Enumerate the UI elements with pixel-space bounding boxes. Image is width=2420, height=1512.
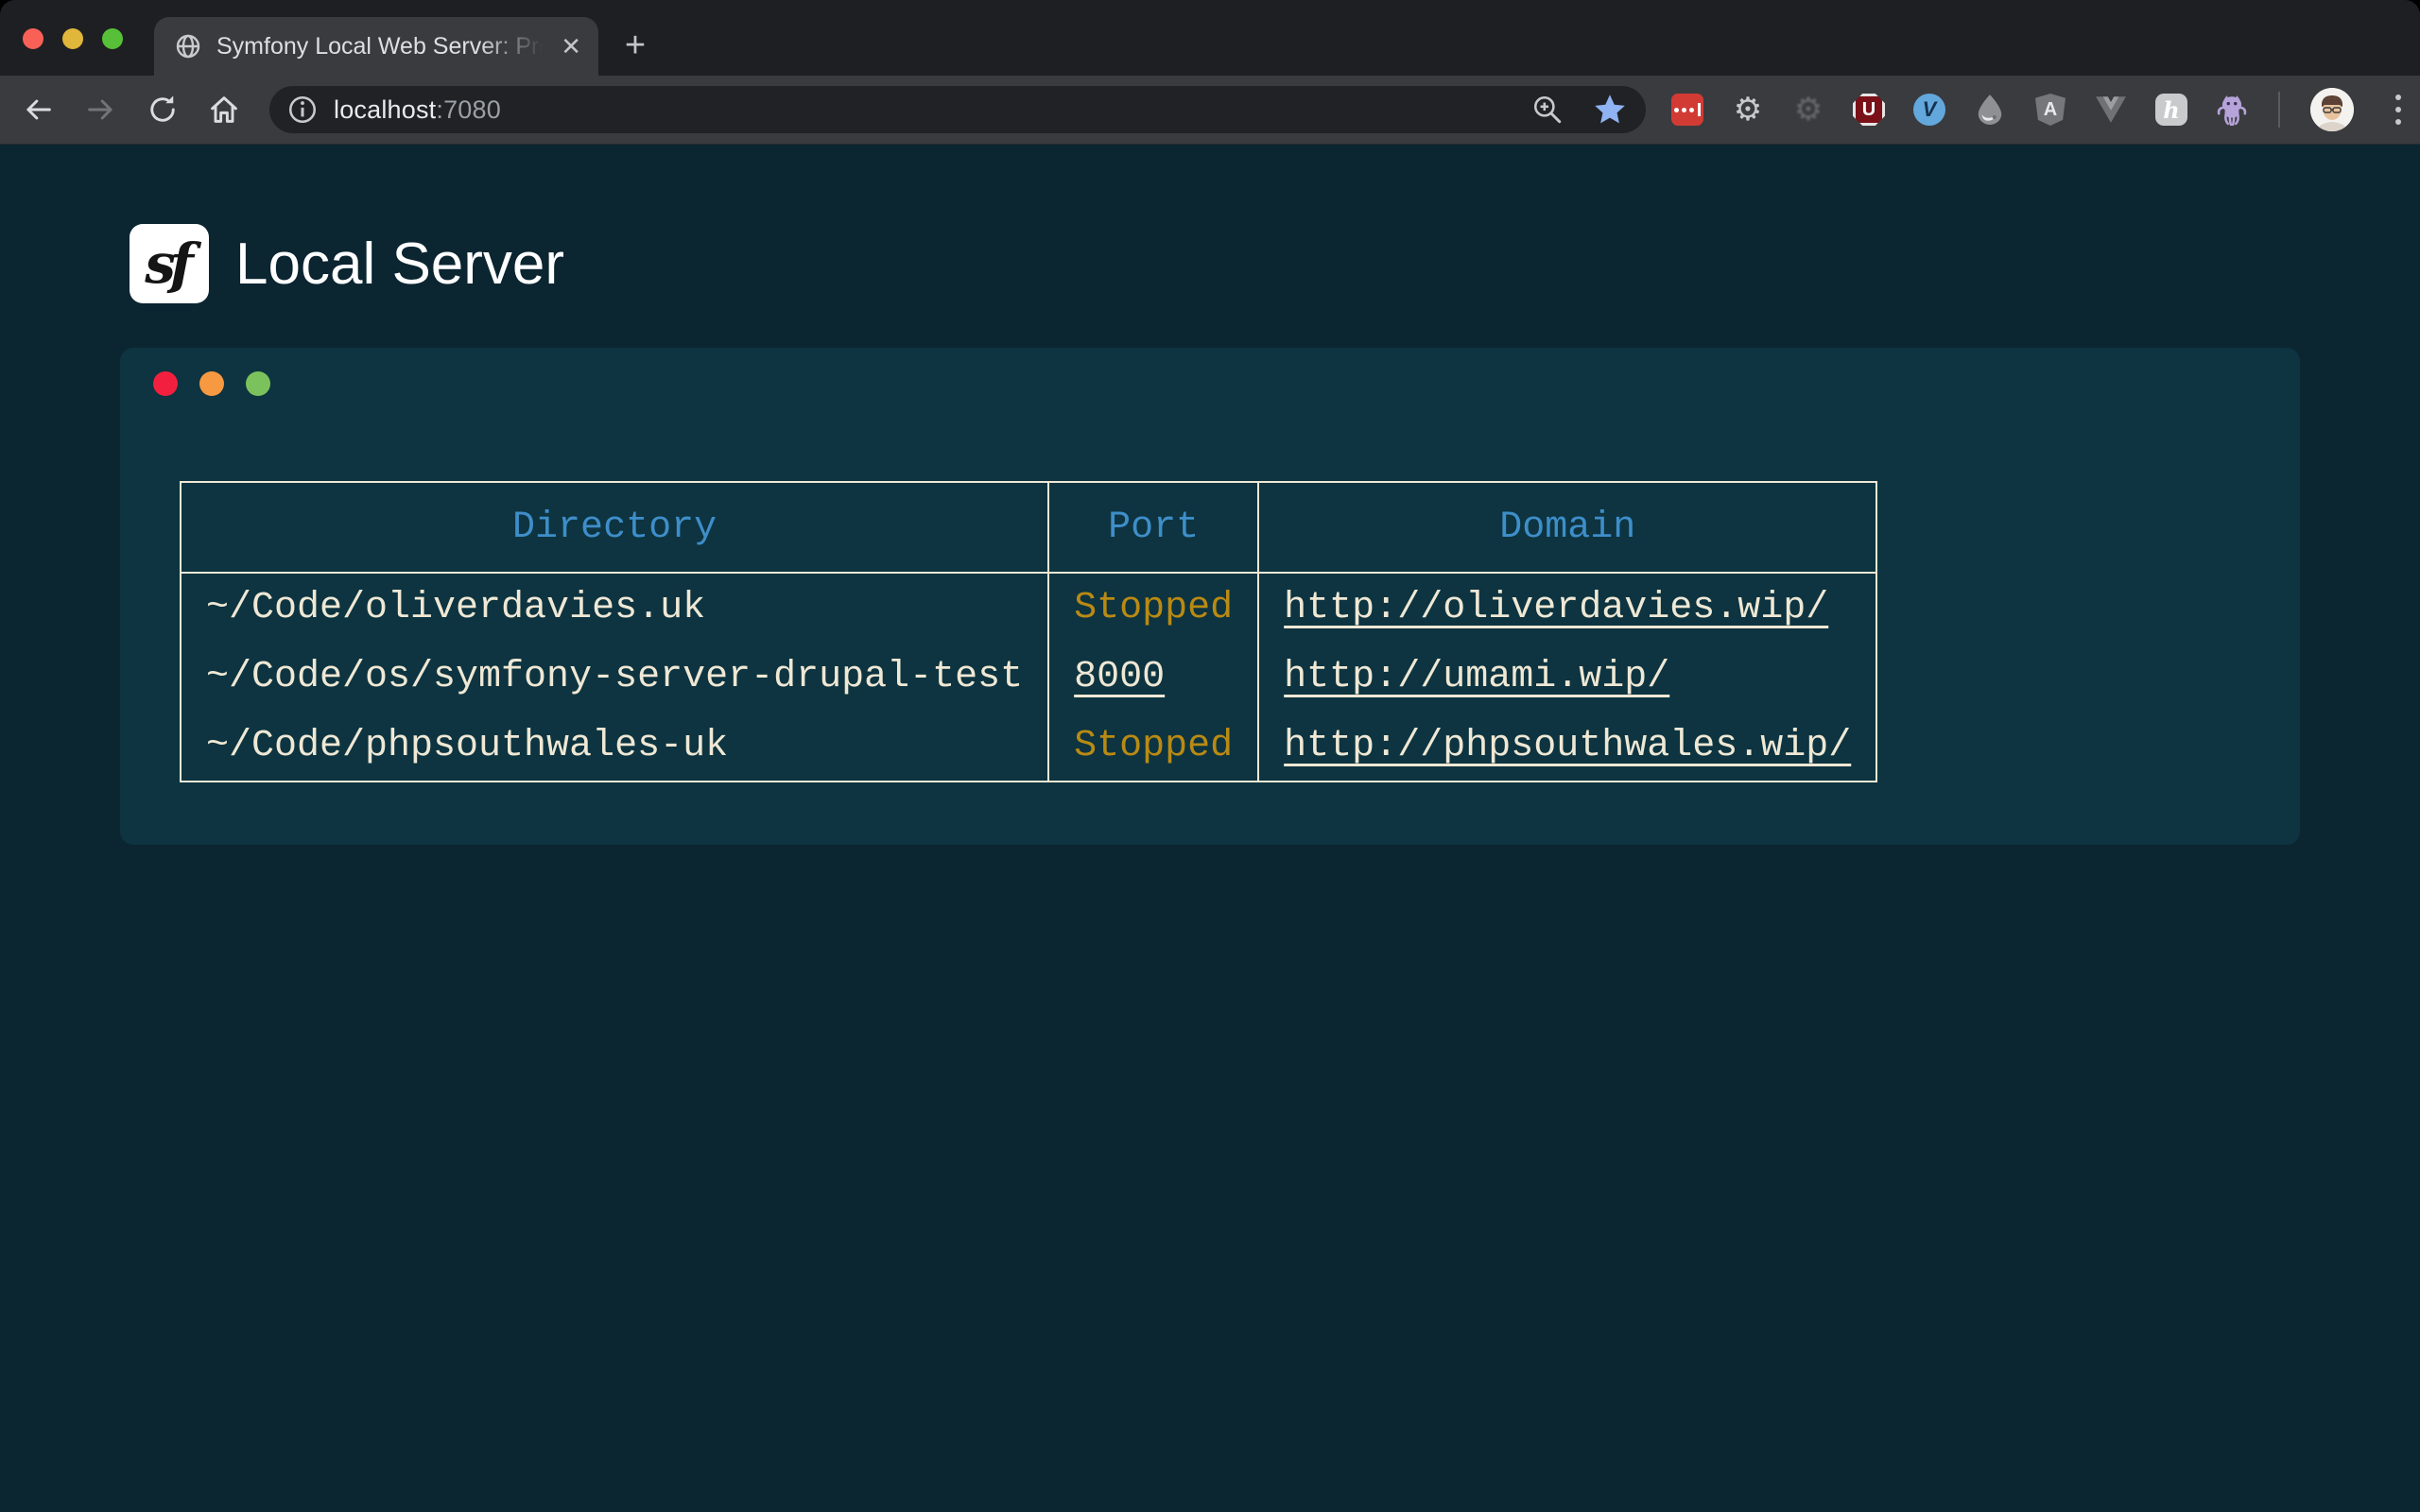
angular-extension-icon[interactable]: A (2034, 94, 2066, 126)
page-title: Local Server (235, 231, 564, 298)
browser-menu-button[interactable] (2382, 94, 2414, 125)
github-octocat-extension-icon[interactable] (2216, 94, 2248, 126)
servers-table: Directory Port Domain ~/Code/oliverdavie… (180, 481, 1877, 782)
terminal-card: Directory Port Domain ~/Code/oliverdavie… (120, 348, 2300, 845)
domain-link[interactable]: http://oliverdavies.wip/ (1284, 587, 1828, 629)
octocat-icon (2216, 94, 2248, 126)
page-content: sf Local Server Directory Port Domain (0, 145, 2420, 1512)
url-host: localhost (334, 95, 436, 124)
zoom-page-button[interactable] (1530, 93, 1564, 127)
domain-cell: http://phpsouthwales.wip/ (1258, 712, 1876, 782)
table-row: ~/Code/os/symfony-server-drupal-test 800… (181, 643, 1876, 712)
magnifier-plus-icon (1531, 94, 1564, 126)
toolbar-separator (2278, 92, 2280, 128)
port-cell: 8000 (1048, 643, 1258, 712)
column-header-port: Port (1048, 482, 1258, 573)
bookmark-star-button[interactable] (1593, 93, 1627, 127)
card-green-dot (246, 371, 270, 396)
tab-title: Symfony Local Web Server: Prox (216, 33, 553, 60)
status-badge: Stopped (1074, 587, 1233, 629)
lastpass-extension-icon[interactable] (1671, 94, 1703, 126)
reload-button[interactable] (142, 89, 183, 130)
column-header-domain: Domain (1258, 482, 1876, 573)
vimium-extension-icon[interactable]: V (1913, 94, 1945, 126)
domain-cell: http://umami.wip/ (1258, 643, 1876, 712)
page-info-icon[interactable] (286, 94, 319, 126)
extension-row: ⚙ ⚙ U V A (1671, 76, 2414, 144)
browser-toolbar: localhost:7080 ⚙ (0, 76, 2420, 145)
tab-strip: Symfony Local Web Server: Prox ✕ + (0, 0, 2420, 76)
avatar-illustration (2310, 88, 2354, 131)
browser-window: Symfony Local Web Server: Prox ✕ + (0, 0, 2420, 1512)
table-header-row: Directory Port Domain (181, 482, 1876, 573)
window-close-button[interactable] (23, 28, 43, 49)
card-traffic-lights (153, 371, 270, 396)
ublock-extension-icon[interactable]: U (1853, 94, 1885, 126)
bookmark-star-icon (1593, 93, 1627, 127)
column-header-directory: Directory (181, 482, 1048, 573)
reload-icon (146, 93, 180, 127)
window-minimize-button[interactable] (62, 28, 83, 49)
home-icon (207, 93, 241, 127)
url-port: :7080 (436, 95, 501, 124)
gear-extension-icon[interactable]: ⚙ (1732, 94, 1764, 126)
port-cell: Stopped (1048, 712, 1258, 782)
directory-cell: ~/Code/oliverdavies.uk (181, 573, 1048, 643)
port-cell: Stopped (1048, 573, 1258, 643)
new-tab-button[interactable]: + (613, 23, 658, 68)
drupal-extension-icon[interactable] (1974, 94, 2006, 126)
window-zoom-button[interactable] (102, 28, 123, 49)
directory-cell: ~/Code/phpsouthwales-uk (181, 712, 1048, 782)
table-row: ~/Code/phpsouthwales-uk Stopped http://p… (181, 712, 1876, 782)
h-extension-icon[interactable]: h (2155, 94, 2187, 126)
table-row: ~/Code/oliverdavies.uk Stopped http://ol… (181, 573, 1876, 643)
directory-cell: ~/Code/os/symfony-server-drupal-test (181, 643, 1048, 712)
port-link[interactable]: 8000 (1074, 656, 1165, 698)
forward-arrow-icon (84, 93, 118, 127)
card-orange-dot (199, 371, 224, 396)
card-red-dot (153, 371, 178, 396)
drupal-droplet-icon (1974, 94, 2006, 126)
back-button[interactable] (17, 89, 59, 130)
globe-icon (175, 33, 201, 60)
vue-chevron-icon (2095, 95, 2127, 124)
home-button[interactable] (203, 89, 245, 130)
back-arrow-icon (21, 93, 55, 127)
tab-close-icon[interactable]: ✕ (561, 34, 581, 59)
url-bar[interactable]: localhost:7080 (269, 86, 1646, 133)
forward-button[interactable] (80, 89, 122, 130)
profile-avatar[interactable] (2310, 88, 2354, 131)
symfony-logo: sf (130, 224, 209, 303)
domain-link[interactable]: http://umami.wip/ (1284, 656, 1669, 698)
vue-extension-icon[interactable] (2095, 94, 2127, 126)
macos-window-controls (23, 28, 123, 49)
brand-header: sf Local Server (130, 224, 564, 303)
domain-link[interactable]: http://phpsouthwales.wip/ (1284, 725, 1851, 767)
gear-dim-extension-icon[interactable]: ⚙ (1792, 94, 1824, 126)
url-text[interactable]: localhost:7080 (334, 95, 501, 125)
browser-tab[interactable]: Symfony Local Web Server: Prox ✕ (154, 17, 598, 76)
status-badge: Stopped (1074, 725, 1233, 767)
domain-cell: http://oliverdavies.wip/ (1258, 573, 1876, 643)
